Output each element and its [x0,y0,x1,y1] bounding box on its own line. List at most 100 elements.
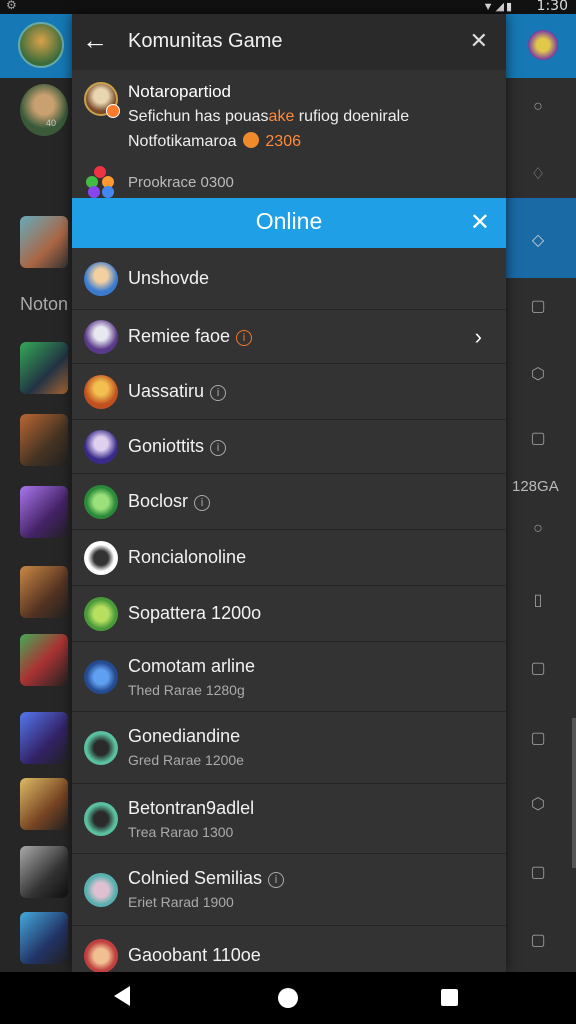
badge-icon [106,104,120,118]
player-subtitle: Gred Rarae 1200e [128,752,244,768]
community-description: Sefichun has pouasake rufiog doenirale [128,108,410,125]
online-header: Online ✕ [72,198,506,248]
player-avatar [84,485,118,519]
player-name: Betontran9adlel [128,798,255,818]
player-subtitle: Eriet Rarad 1900 [128,894,234,910]
nav-bar [0,972,576,1024]
user-avatar[interactable] [18,22,64,68]
book-icon[interactable]: ▯ [526,590,550,610]
community-name: Notaropartiod [128,82,232,101]
dialog-header: ← Komunitas Game ✕ [72,14,506,70]
player-name: Remiee faoe i [128,326,253,347]
info-icon[interactable]: i [236,330,253,346]
home-icon[interactable] [278,988,298,1008]
right-label: 128GA [512,478,559,495]
list-item[interactable]: Uassatiru i [72,364,506,420]
player-avatar [84,939,118,973]
notification-icon: ⚙ [6,0,17,12]
box-icon[interactable]: ▢ [526,296,550,316]
player-avatar [84,660,118,694]
game-thumb[interactable] [20,486,68,538]
game-thumb[interactable] [20,712,68,764]
player-name: Uassatiru i [128,381,227,402]
player-avatar [84,262,118,296]
close-icon[interactable]: ✕ [470,208,490,237]
player-name: Gonediandine [128,726,241,746]
gear-icon[interactable]: ⬡ [526,364,550,384]
gear-icon[interactable]: ⬡ [526,794,550,814]
community-stat: Prookrace 0300 [128,174,234,191]
coin-icon [242,132,259,148]
list-item[interactable]: Goniottits i [72,420,506,474]
list-item[interactable]: Betontran9adlel Trea Rarao 1300 [72,784,506,854]
list-item[interactable]: Gonediandine Gred Rarae 1200e [72,712,506,784]
right-action-column: ○ ♢ ◇ ▢ ⬡ ▢ 128GA ○ ▯ ▢ ▢ ⬡ ▢ ▢ [506,78,576,972]
player-avatar [84,873,118,907]
community-dialog: ← Komunitas Game ✕ Notaropartiod Sefichu… [72,14,506,986]
info-icon[interactable]: i [194,495,211,511]
pin-icon[interactable]: ○ [526,520,550,538]
game-thumb[interactable] [20,216,68,268]
chevron-right-icon[interactable]: › [475,324,482,350]
player-subtitle: Trea Rarao 1300 [128,824,234,840]
info-icon[interactable]: i [210,440,227,456]
game-thumb[interactable] [20,84,68,136]
tag-icon[interactable]: ◇ [526,230,550,250]
box-icon[interactable]: ▢ [526,862,550,882]
game-thumb[interactable] [20,342,68,394]
box-icon[interactable]: ▢ [526,728,550,748]
back-icon[interactable] [114,986,130,1006]
recents-icon[interactable] [441,989,458,1006]
game-thumb[interactable] [20,414,68,466]
list-item[interactable]: Remiee faoe i › [72,310,506,364]
status-icons: ▼◢▮ [482,1,514,13]
back-arrow-icon[interactable]: ← [82,26,108,54]
game-thumb[interactable] [20,846,68,898]
player-avatar [84,541,118,575]
list-item[interactable]: Roncialonoline [72,530,506,586]
profile-icon[interactable] [528,30,558,60]
game-thumb[interactable] [20,778,68,830]
list-item[interactable]: Colnied Semilias i Eriet Rarad 1900 [72,854,506,926]
status-time: 1:30 [536,0,568,14]
player-avatar [84,320,118,354]
community-points: Notfotikamaroa 2306 [128,132,301,150]
player-name: Roncialonoline [128,547,247,567]
bell-icon[interactable]: ♢ [526,164,550,184]
community-info: Notaropartiod Sefichun has pouasake rufi… [72,70,506,198]
gems-icon [84,164,118,198]
online-title: Online [255,208,323,234]
player-avatar [84,802,118,836]
pin-icon[interactable]: ○ [526,98,550,116]
info-icon[interactable]: i [268,872,285,888]
player-name: Colnied Semilias i [128,868,285,889]
player-avatar [84,375,118,409]
player-name: Boclosr i [128,491,211,512]
player-subtitle: Thed Rarae 1280g [128,682,245,698]
scrollbar[interactable] [572,718,576,868]
status-bar: ⚙ ▼◢▮ 1:30 [0,0,576,14]
left-label: Noton [20,294,69,314]
box-icon[interactable]: ▢ [526,428,550,448]
box-icon[interactable]: ▢ [526,930,550,950]
game-thumb[interactable] [20,634,68,686]
player-name: Gaoobant 110oe [128,945,261,965]
box-icon[interactable]: ▢ [526,658,550,678]
dialog-title: Komunitas Game [128,30,283,52]
list-item[interactable]: Sopattera 1200o [72,586,506,642]
close-icon[interactable]: ✕ [470,28,488,54]
game-thumb[interactable] [20,912,68,964]
info-icon[interactable]: i [210,385,227,401]
list-item[interactable]: Boclosr i [72,474,506,530]
player-avatar [84,597,118,631]
list-item[interactable]: Comotam arline Thed Rarae 1280g [72,642,506,712]
game-thumb[interactable] [20,566,68,618]
left-game-column: 40 ⚲ Noton [0,78,72,972]
player-name: Comotam arline [128,656,256,676]
player-avatar [84,430,118,464]
player-name: Goniottits i [128,436,227,457]
player-name: Unshovde [128,268,210,288]
list-item[interactable]: Unshovde [72,248,506,310]
player-avatar [84,731,118,765]
player-name: Sopattera 1200o [128,603,262,623]
